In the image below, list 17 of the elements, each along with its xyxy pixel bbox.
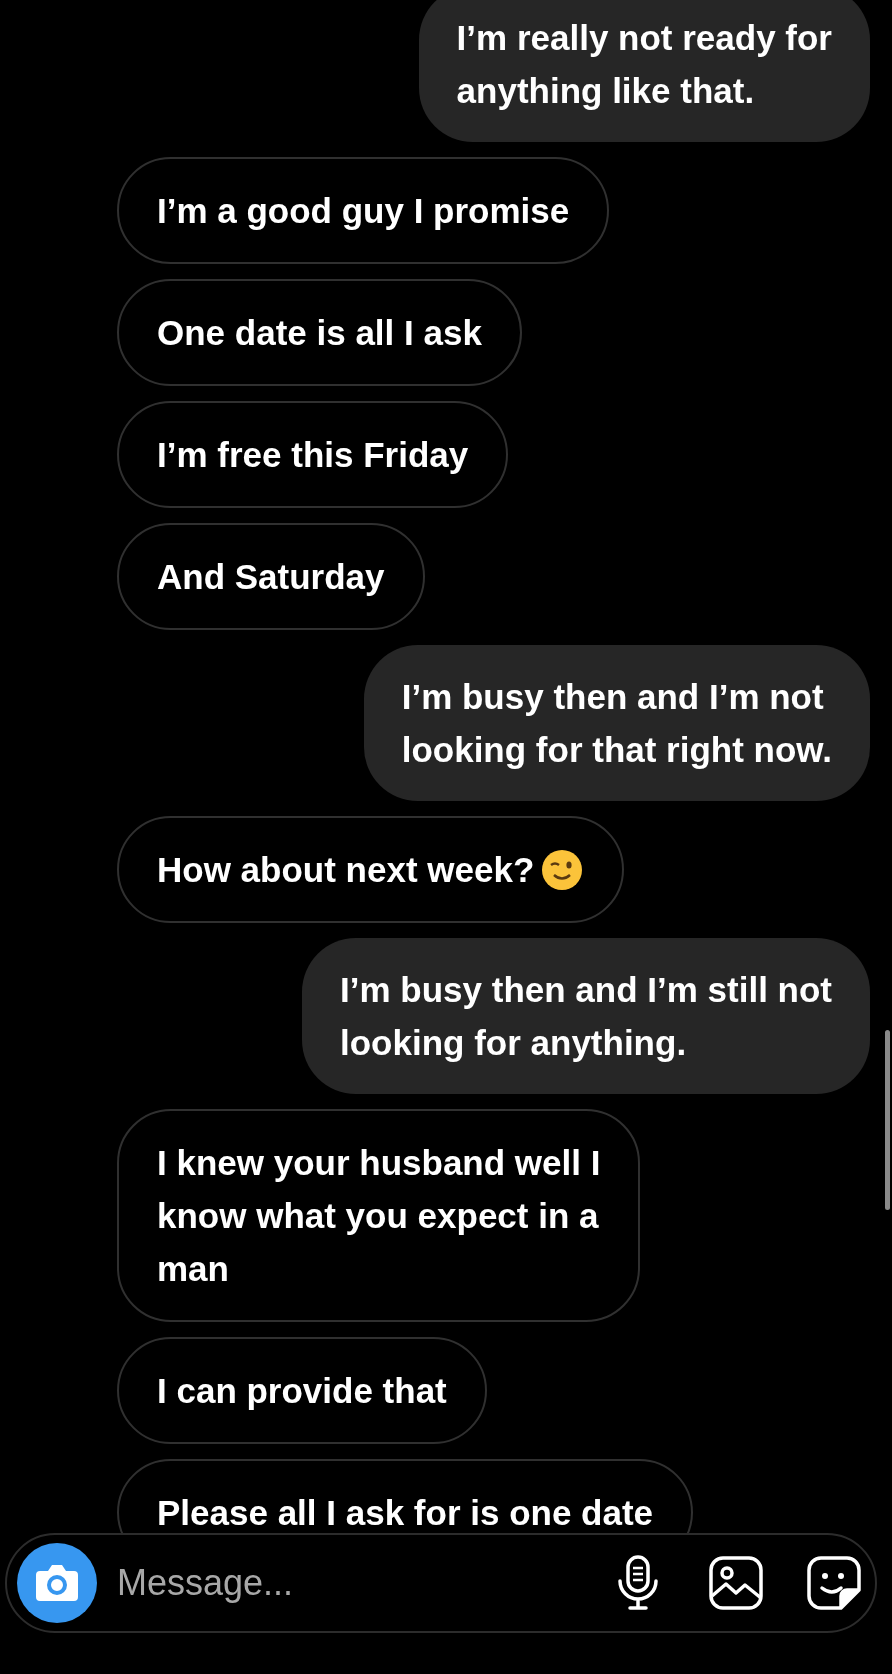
received-message: I’m free this Friday: [117, 401, 509, 508]
received-message: I knew your husband well I know what you expect in a man: [117, 1109, 641, 1322]
received-message: I’m a good guy I promise: [117, 157, 610, 264]
camera-icon: [34, 1563, 80, 1603]
camera-button[interactable]: [17, 1543, 97, 1623]
sticker-icon: [807, 1556, 861, 1610]
received-message: How about next week?: [117, 816, 625, 923]
gallery-button[interactable]: [707, 1554, 765, 1612]
received-message: And Saturday: [117, 523, 425, 630]
received-message: One date is all I ask: [117, 279, 522, 386]
sticker-button[interactable]: [805, 1554, 863, 1612]
microphone-icon: [616, 1555, 660, 1611]
sent-message: I’m busy then and I’m not looking for that right now.: [363, 645, 870, 801]
image-icon: [709, 1556, 763, 1610]
received-message: I can provide that: [117, 1337, 487, 1444]
sent-message: I’m busy then and I’m still not looking for anything.: [302, 938, 870, 1094]
sent-message: I’m really not ready for anything like that.: [418, 0, 870, 142]
